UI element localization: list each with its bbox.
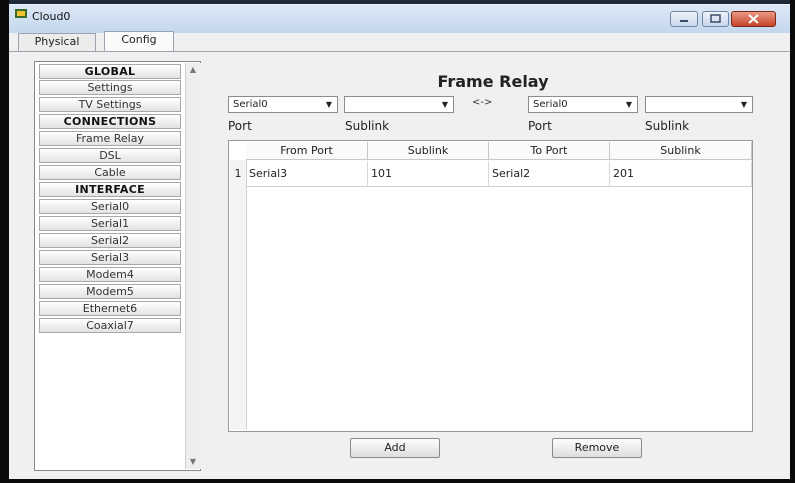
sidebar-item-tv-settings[interactable]: TV Settings bbox=[39, 97, 181, 112]
from-port-select[interactable]: Serial0 ▼ bbox=[228, 96, 338, 113]
sidebar-item-serial0[interactable]: Serial0 bbox=[39, 199, 181, 214]
frame-edge-left bbox=[0, 0, 9, 483]
to-sublink-select[interactable]: ▼ bbox=[645, 96, 753, 113]
sidebar-item-serial1[interactable]: Serial1 bbox=[39, 216, 181, 231]
row-header-column bbox=[230, 160, 247, 430]
cell-to-sublink[interactable]: 201 bbox=[610, 161, 752, 186]
tab-physical[interactable]: Physical bbox=[18, 33, 96, 51]
from-port-value: Serial0 bbox=[233, 99, 268, 110]
chevron-down-icon: ▼ bbox=[325, 100, 332, 109]
row-divider bbox=[246, 186, 752, 187]
tab-config[interactable]: Config bbox=[104, 31, 174, 51]
sidebar-item-serial2[interactable]: Serial2 bbox=[39, 233, 181, 248]
chevron-down-icon: ▼ bbox=[740, 100, 747, 109]
scroll-up-icon[interactable]: ▲ bbox=[188, 66, 198, 74]
to-port-select[interactable]: Serial0 ▼ bbox=[528, 96, 638, 113]
page-title: Frame Relay bbox=[437, 72, 549, 91]
minimize-icon bbox=[680, 20, 688, 22]
from-sublink-label: Sublink bbox=[345, 119, 390, 133]
direction-separator: <-> bbox=[472, 97, 493, 108]
maximize-icon bbox=[710, 14, 721, 23]
from-port-label: Port bbox=[228, 119, 252, 133]
sidebar-item-modem4[interactable]: Modem4 bbox=[39, 267, 181, 282]
sidebar-item-cable[interactable]: Cable bbox=[39, 165, 181, 180]
sidebar-item-dsl[interactable]: DSL bbox=[39, 148, 181, 163]
scroll-down-icon[interactable]: ▼ bbox=[188, 458, 198, 466]
to-port-label: Port bbox=[528, 119, 552, 133]
to-port-value: Serial0 bbox=[533, 99, 568, 110]
sidebar-item-ethernet6[interactable]: Ethernet6 bbox=[39, 301, 181, 316]
to-sublink-label: Sublink bbox=[645, 119, 690, 133]
sidebar-header-connections: CONNECTIONS bbox=[39, 114, 181, 129]
minimize-button[interactable] bbox=[670, 11, 698, 27]
column-header-from-port[interactable]: From Port bbox=[246, 142, 368, 160]
chevron-down-icon: ▼ bbox=[441, 100, 448, 109]
sidebar-item-coaxial7[interactable]: Coaxial7 bbox=[39, 318, 181, 333]
maximize-button[interactable] bbox=[702, 11, 729, 27]
sidebar-scrollbar[interactable] bbox=[185, 63, 201, 469]
sidebar-item-settings[interactable]: Settings bbox=[39, 80, 181, 95]
sidebar-item-serial3[interactable]: Serial3 bbox=[39, 250, 181, 265]
column-header-from-sublink[interactable]: Sublink bbox=[368, 142, 489, 160]
column-header-to-sublink[interactable]: Sublink bbox=[610, 142, 752, 160]
remove-button[interactable]: Remove bbox=[552, 438, 642, 458]
cell-to-port[interactable]: Serial2 bbox=[489, 161, 610, 186]
sidebar-header-global: GLOBAL bbox=[39, 64, 181, 79]
column-header-to-port[interactable]: To Port bbox=[489, 142, 610, 160]
row-number: 1 bbox=[234, 167, 242, 180]
cell-from-sublink[interactable]: 101 bbox=[368, 161, 489, 186]
from-sublink-select[interactable]: ▼ bbox=[344, 96, 454, 113]
close-icon bbox=[748, 14, 759, 24]
window-title: Cloud0 bbox=[32, 10, 71, 23]
sidebar-header-interface: INTERFACE bbox=[39, 182, 181, 197]
sidebar-item-modem5[interactable]: Modem5 bbox=[39, 284, 181, 299]
frame-edge-right bbox=[790, 0, 795, 483]
add-button[interactable]: Add bbox=[350, 438, 440, 458]
close-button[interactable] bbox=[731, 11, 776, 27]
sidebar-item-frame-relay[interactable]: Frame Relay bbox=[39, 131, 181, 146]
cell-from-port[interactable]: Serial3 bbox=[246, 161, 368, 186]
chevron-down-icon: ▼ bbox=[625, 100, 632, 109]
cloud-app-icon bbox=[15, 9, 27, 18]
